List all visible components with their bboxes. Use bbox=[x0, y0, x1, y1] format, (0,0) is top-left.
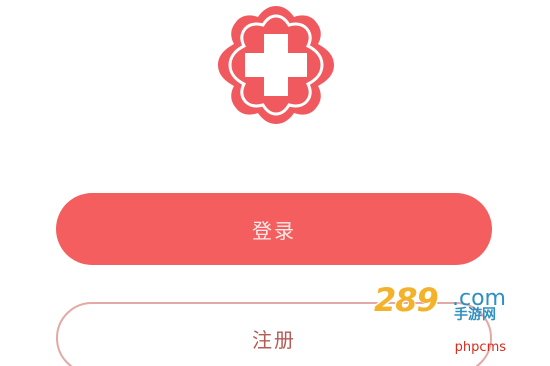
register-button-label: 注册 bbox=[252, 327, 296, 352]
watermark-logo: 289 .com 手游网 bbox=[374, 284, 524, 332]
watermark-subtitle: 手游网 bbox=[454, 307, 496, 323]
watermark-site-text: phpcms bbox=[454, 340, 506, 355]
login-button-label: 登录 bbox=[252, 218, 296, 243]
login-button[interactable]: 登录 bbox=[56, 193, 492, 265]
watermark-number: 289 bbox=[374, 281, 439, 319]
login-screen: 登录 注册 289 .com 手游网 phpcms bbox=[0, 0, 550, 366]
medical-cross-icon bbox=[218, 6, 334, 124]
app-logo bbox=[210, 2, 342, 128]
